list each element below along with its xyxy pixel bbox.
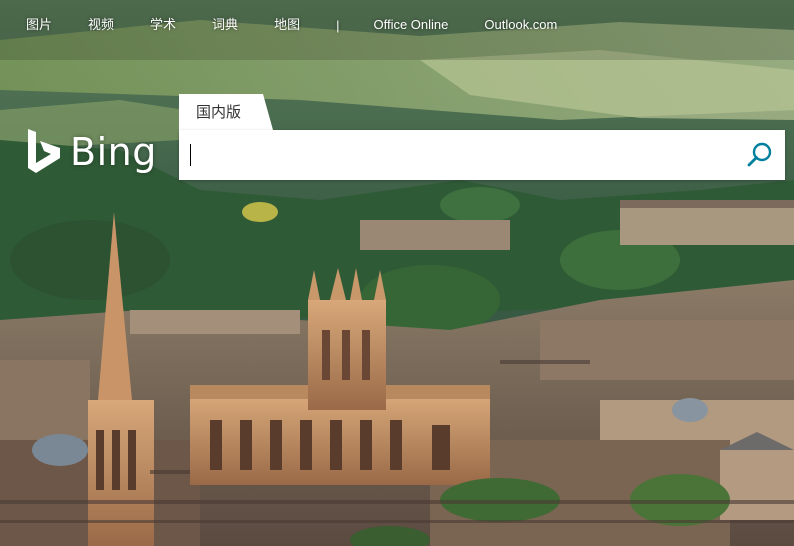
search-box <box>179 130 785 182</box>
nav-link-videos[interactable]: 视频 <box>88 0 114 50</box>
search-icon <box>747 142 772 167</box>
nav-link-maps[interactable]: 地图 <box>274 0 300 50</box>
top-nav: 图片 视频 学术 词典 地图 | Office Online Outlook.c… <box>0 0 794 50</box>
nav-link-office-online[interactable]: Office Online <box>373 0 448 50</box>
bing-logo-text: Bing <box>70 130 157 174</box>
search-button[interactable] <box>745 140 775 170</box>
nav-link-academic[interactable]: 学术 <box>150 0 176 50</box>
nav-link-outlook[interactable]: Outlook.com <box>484 0 557 50</box>
nav-link-dictionary[interactable]: 词典 <box>212 0 238 50</box>
bing-homepage: 图片 视频 学术 词典 地图 | Office Online Outlook.c… <box>0 0 794 546</box>
nav-separator: | <box>336 17 340 33</box>
bing-logo-icon <box>28 129 60 173</box>
text-caret <box>190 144 191 166</box>
search-input[interactable] <box>187 130 731 182</box>
background-image <box>0 0 794 546</box>
nav-link-images[interactable]: 图片 <box>26 0 52 50</box>
tab-domestic[interactable]: 国内版 <box>179 94 273 130</box>
search-scope-tabs: 国内版 国际版 <box>179 94 347 130</box>
bing-logo[interactable]: Bing <box>26 126 157 178</box>
